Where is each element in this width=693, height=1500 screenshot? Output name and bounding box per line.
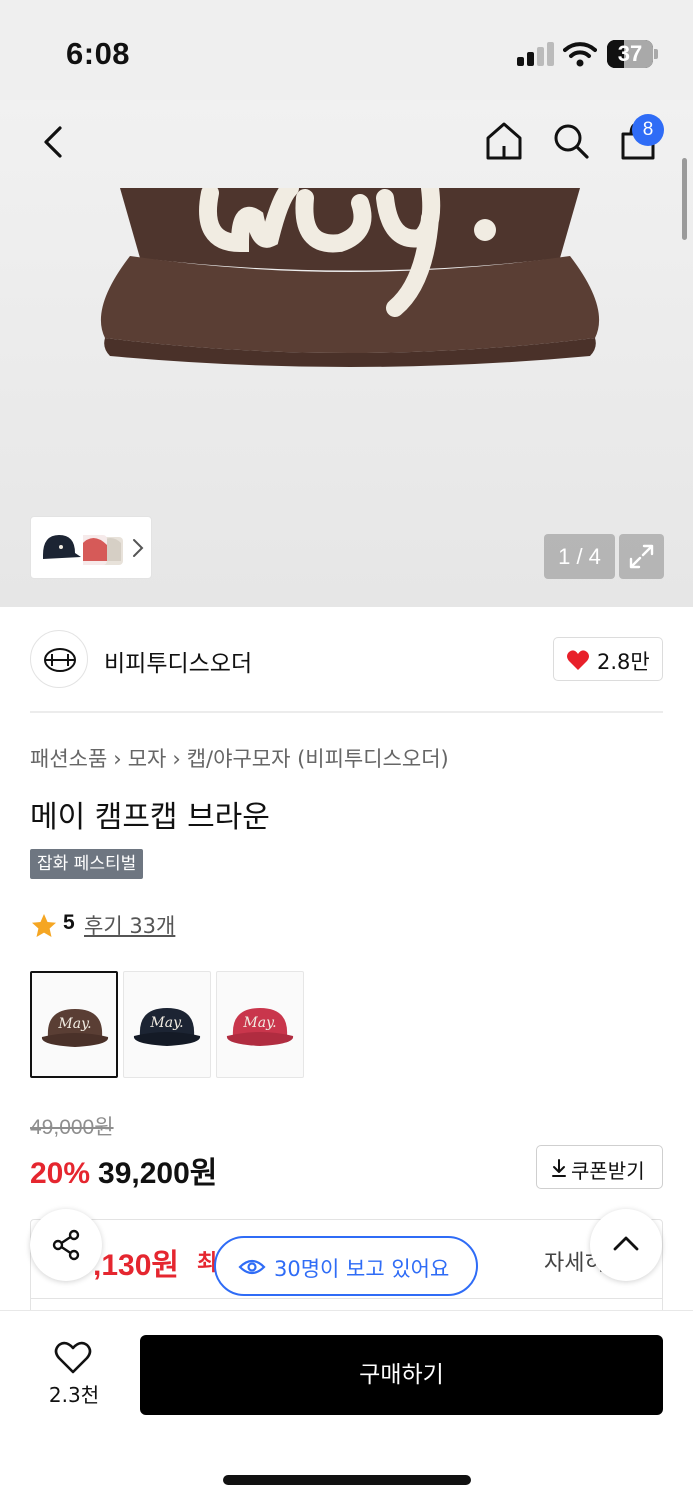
brand-logo[interactable]: [30, 630, 88, 688]
coupon-download-button[interactable]: 쿠폰받기: [536, 1145, 663, 1189]
sale-price: 39,200원: [98, 1157, 218, 1190]
scroll-top-button[interactable]: [590, 1209, 662, 1281]
swatch-logo-text: May.: [242, 1015, 276, 1031]
chevron-right-icon: ›: [172, 747, 181, 771]
wishlist-count: 2.3천: [48, 1383, 100, 1407]
eye-icon: [238, 1259, 266, 1275]
breadcrumb-item[interactable]: 패션소품: [30, 747, 107, 771]
bottom-action-bar: 2.3천 구매하기: [0, 1310, 693, 1500]
rating-score: 5: [63, 911, 75, 934]
discount-rate: 20%: [30, 1157, 91, 1190]
color-thumbnail-strip[interactable]: [30, 516, 152, 579]
brand-logo-mark: [44, 648, 76, 672]
max-benefit-price: ,130원: [93, 1249, 179, 1282]
brand-like-button[interactable]: 2.8만: [553, 637, 663, 681]
battery-level: 37: [617, 41, 643, 66]
chevron-right-icon: ›: [113, 747, 122, 771]
color-option-brown[interactable]: May.: [30, 971, 118, 1078]
breadcrumb-item[interactable]: 모자: [128, 747, 167, 771]
coupon-label: 쿠폰받기: [571, 1159, 645, 1183]
heart-icon: [567, 650, 589, 670]
swatch-image: May.: [41, 1009, 109, 1047]
battery-icon: 37: [607, 40, 658, 68]
viewers-text: 30명이 보고 있어요: [274, 1257, 450, 1281]
color-option-red[interactable]: May.: [216, 971, 304, 1078]
chevron-up-icon: [613, 1236, 639, 1251]
status-bar: 6:08 37: [0, 0, 693, 100]
status-time: 6:08: [66, 36, 131, 71]
signal-icon: [517, 42, 555, 66]
star-icon: [32, 914, 56, 937]
cart-badge: 8: [632, 114, 664, 146]
swatch-logo-text: May.: [57, 1016, 91, 1032]
product-gallery[interactable]: 8 1 / 4: [0, 100, 693, 607]
divider: [30, 711, 663, 713]
share-icon: [52, 1229, 80, 1261]
original-price: 49,000원: [30, 1116, 114, 1139]
expand-icon: [629, 544, 654, 569]
event-badge: 잡화 페스티벌: [30, 849, 144, 879]
brand-name[interactable]: 비피투디스오더: [104, 644, 252, 678]
breadcrumb-item[interactable]: 캡/야구모자 (비피투디스오더): [187, 747, 449, 771]
home-indicator: [223, 1475, 471, 1485]
wifi-icon: [563, 42, 597, 67]
color-option-navy[interactable]: May.: [123, 971, 211, 1078]
share-button[interactable]: [30, 1209, 102, 1281]
price-row: 20% 39,200원: [30, 1148, 218, 1190]
wishlist-button[interactable]: 2.3천: [34, 1333, 114, 1413]
back-icon[interactable]: [36, 122, 70, 162]
color-thumbnails: [37, 523, 123, 573]
brand-like-count: 2.8만: [597, 650, 650, 674]
review-count-link[interactable]: 후기 33개: [84, 910, 175, 940]
heart-outline-icon: [54, 1341, 92, 1374]
buy-button[interactable]: 구매하기: [140, 1335, 663, 1415]
swatch-image: May.: [226, 1008, 294, 1046]
product-title: 메이 캠프캡 브라운: [30, 800, 270, 835]
divider: [31, 1298, 662, 1299]
chevron-right-icon: [133, 539, 144, 557]
product-image[interactable]: [90, 188, 610, 468]
image-page-counter: 1 / 4: [544, 534, 615, 579]
scrollbar[interactable]: [682, 158, 687, 240]
search-icon[interactable]: [552, 122, 590, 160]
home-icon[interactable]: [484, 120, 524, 162]
download-icon: [552, 1159, 566, 1177]
swatch-logo-text: May.: [149, 1015, 183, 1031]
viewers-notice: 30명이 보고 있어요: [214, 1236, 478, 1296]
swatch-image: May.: [133, 1008, 201, 1046]
brand-row[interactable]: 비피투디스오더 2.8만: [30, 630, 663, 690]
breadcrumb: 패션소품 › 모자 › 캡/야구모자 (비피투디스오더): [30, 743, 449, 773]
expand-button[interactable]: [619, 534, 664, 579]
